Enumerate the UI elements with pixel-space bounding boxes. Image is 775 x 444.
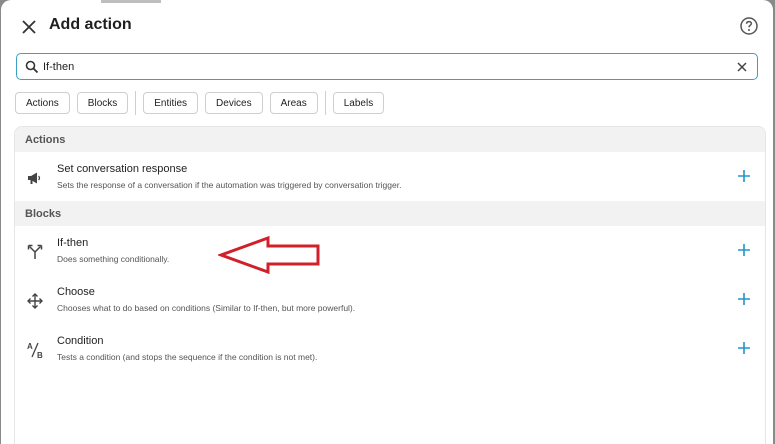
svg-text:A: A [27, 342, 33, 351]
search-icon [25, 60, 39, 73]
ab-testing-icon: A B [27, 342, 43, 359]
item-description: Tests a condition (and stops the sequenc… [57, 352, 318, 362]
chip-divider [324, 91, 326, 115]
add-icon[interactable] [737, 243, 751, 257]
close-button[interactable] [17, 15, 41, 39]
arrow-decision-icon [27, 293, 43, 309]
filter-chips: Actions Blocks Entities Devices Areas La… [15, 91, 391, 115]
dialog-header: Add action [1, 0, 773, 52]
item-title: Set conversation response [57, 163, 188, 175]
section-header-blocks: Blocks [15, 201, 765, 226]
item-description: Chooses what to do based on conditions (… [57, 303, 356, 313]
filter-chip-entities[interactable]: Entities [143, 92, 199, 114]
search-input[interactable] [43, 60, 735, 73]
filter-chip-blocks[interactable]: Blocks [76, 92, 129, 114]
item-title: Condition [57, 335, 104, 347]
close-icon [22, 20, 36, 34]
chip-divider [135, 91, 137, 115]
item-title: Choose [57, 286, 95, 298]
filter-chip-labels[interactable]: Labels [332, 92, 385, 114]
item-description: Sets the response of a conversation if t… [57, 180, 402, 190]
filter-chip-devices[interactable]: Devices [205, 92, 263, 114]
annotation-arrow-icon [218, 235, 320, 275]
dialog-title: Add action [49, 16, 132, 33]
help-icon[interactable] [739, 16, 759, 36]
add-icon[interactable] [737, 292, 751, 306]
add-icon[interactable] [737, 341, 751, 355]
list-item-if-then[interactable]: If-then Does something conditionally. [15, 226, 765, 275]
search-field[interactable] [16, 53, 758, 80]
filter-chip-actions[interactable]: Actions [15, 92, 70, 114]
call-split-icon [27, 244, 43, 259]
section-header-actions: Actions [15, 127, 765, 152]
item-title: If-then [57, 237, 89, 249]
item-description: Does something conditionally. [57, 254, 170, 264]
list-item-set-conversation-response[interactable]: Set conversation response Sets the respo… [15, 152, 765, 201]
add-icon[interactable] [737, 169, 751, 183]
list-item-choose[interactable]: Choose Chooses what to do based on condi… [15, 275, 765, 324]
clear-search-icon[interactable] [735, 60, 749, 74]
filter-chip-areas[interactable]: Areas [269, 92, 318, 114]
add-action-dialog: Add action Actions Blocks Entities Devic… [1, 0, 773, 444]
results-list: Actions Set conversation response Sets t… [14, 126, 766, 444]
megaphone-icon [28, 172, 41, 184]
svg-text:B: B [37, 351, 43, 359]
list-item-condition[interactable]: A B Condition Tests a condition (and sto… [15, 324, 765, 373]
